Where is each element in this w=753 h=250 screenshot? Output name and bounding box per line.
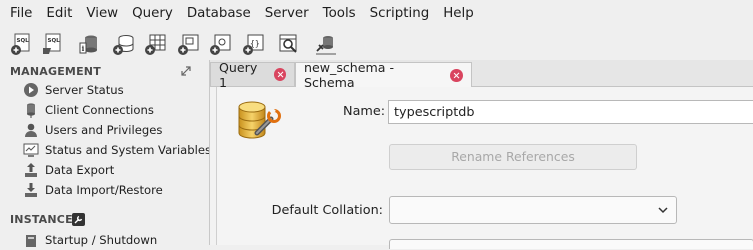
toolbar: SQL SQL i {} — [0, 28, 753, 60]
rename-references-button[interactable]: Rename References — [389, 144, 637, 170]
create-procedure-button[interactable] — [208, 31, 234, 57]
menu-database[interactable]: Database — [180, 0, 258, 28]
create-procedure-icon — [208, 31, 234, 57]
instance-section-title: INSTANCE — [10, 213, 73, 226]
sidebar-item-server-status[interactable]: Server Status — [23, 80, 124, 100]
user-icon — [23, 122, 39, 138]
menu-edit[interactable]: Edit — [39, 0, 79, 28]
schema-name-input[interactable] — [388, 100, 753, 124]
sidebar-item-label: Status and System Variables — [45, 143, 212, 157]
svg-text:i: i — [82, 44, 85, 53]
menu-scripting[interactable]: Scripting — [363, 0, 437, 28]
sidebar-item-data-import[interactable]: Data Import/Restore — [23, 180, 163, 200]
inspector-icon: i — [76, 31, 102, 57]
editor-tabstrip: Query 1 new_schema - Schema — [210, 60, 753, 90]
menu-help[interactable]: Help — [436, 0, 481, 28]
sidebar-item-data-export[interactable]: Data Export — [23, 160, 114, 180]
create-view-button[interactable] — [176, 31, 202, 57]
svg-text:SQL: SQL — [48, 38, 61, 44]
monitor-icon — [23, 142, 39, 158]
tab-label: Query 1 — [219, 59, 258, 90]
create-schema-button[interactable] — [111, 31, 137, 57]
inspector-button[interactable]: i — [76, 31, 102, 57]
sidebar-item-label: Data Export — [45, 163, 115, 177]
reconnect-button[interactable] — [313, 31, 339, 57]
menu-view[interactable]: View — [79, 0, 125, 28]
expand-icon[interactable] — [180, 65, 192, 77]
menu-query[interactable]: Query — [125, 0, 180, 28]
search-table-data-icon — [276, 31, 302, 57]
menu-tools[interactable]: Tools — [316, 0, 363, 28]
close-icon[interactable] — [450, 68, 463, 82]
navigator-sidebar: MANAGEMENT Server Status Client Connecti… — [0, 60, 211, 247]
new-sql-tab-button[interactable]: SQL — [9, 31, 35, 57]
sidebar-item-startup-shutdown[interactable]: Startup / Shutdown — [23, 230, 157, 250]
sidebar-item-label: Server Status — [45, 83, 124, 97]
schema-editor-panel: Name: Rename References Default Collatio… — [216, 87, 753, 249]
close-icon[interactable] — [273, 68, 286, 81]
create-view-icon — [176, 31, 202, 57]
startup-icon — [23, 232, 39, 248]
sidebar-item-status-variables[interactable]: Status and System Variables — [23, 140, 211, 160]
sidebar-item-users-privileges[interactable]: Users and Privileges — [23, 120, 162, 140]
new-sql-tab-icon: SQL — [9, 31, 35, 57]
management-section-title: MANAGEMENT — [10, 65, 101, 78]
connections-icon — [23, 102, 39, 118]
default-charset-select[interactable] — [389, 239, 753, 249]
menu-file[interactable]: File — [0, 0, 39, 28]
tab-label: new_schema - Schema — [304, 60, 395, 90]
create-table-button[interactable] — [143, 31, 169, 57]
reconnect-icon — [313, 31, 339, 57]
open-sql-script-icon: SQL — [40, 31, 66, 57]
name-label: Name: — [343, 104, 386, 119]
open-sql-script-button[interactable]: SQL — [40, 31, 66, 57]
menu-bar: File Edit View Query Database Server Too… — [0, 0, 753, 28]
schema-icon — [235, 99, 283, 143]
create-function-button[interactable]: {} — [241, 31, 267, 57]
schema-editor: Name: Rename References Default Collatio… — [210, 87, 753, 249]
sidebar-item-client-connections[interactable]: Client Connections — [23, 100, 154, 120]
import-icon — [23, 182, 39, 198]
create-schema-icon — [111, 31, 137, 57]
sidebar-item-label: Client Connections — [45, 103, 154, 117]
default-collation-label: Default Collation: — [271, 203, 383, 218]
tab-query-1[interactable]: Query 1 — [210, 60, 295, 90]
play-circle-icon — [23, 82, 39, 98]
svg-text:SQL: SQL — [17, 38, 30, 44]
create-table-icon — [143, 31, 169, 57]
tab-new-schema[interactable]: new_schema - Schema — [295, 60, 472, 90]
search-table-data-button[interactable] — [276, 31, 302, 57]
sidebar-item-label: Data Import/Restore — [45, 183, 163, 197]
sidebar-item-label: Users and Privileges — [45, 123, 163, 137]
create-function-icon: {} — [241, 31, 267, 57]
export-icon — [23, 162, 39, 178]
instance-wrench-icon — [72, 213, 85, 226]
chevron-down-icon — [657, 204, 669, 216]
default-collation-select[interactable] — [389, 196, 677, 224]
menu-server[interactable]: Server — [258, 0, 316, 28]
